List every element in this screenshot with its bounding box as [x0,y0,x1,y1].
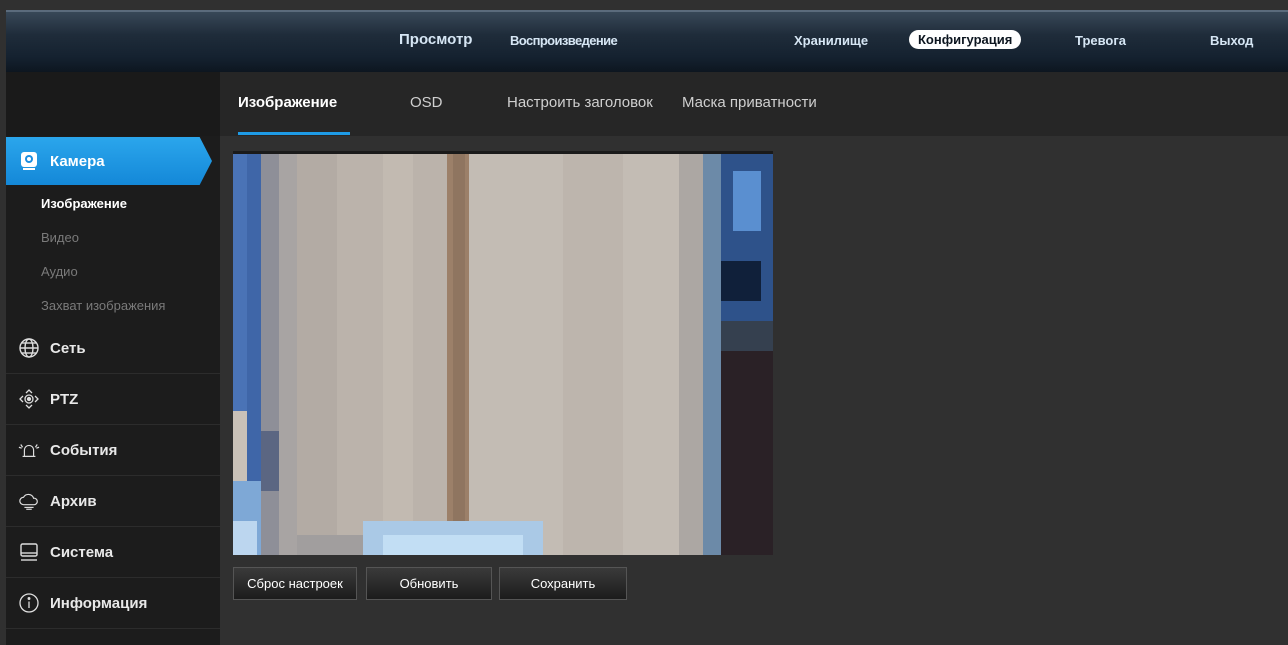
nav-exit[interactable]: Выход [1210,33,1253,48]
reset-settings-button[interactable]: Сброс настроек [233,567,357,600]
tab-image[interactable]: Изображение [238,94,337,111]
nav-preview[interactable]: Просмотр [399,31,472,48]
cloud-storage-icon [18,490,40,512]
sidebar-item-label: События [50,441,118,459]
refresh-button[interactable]: Обновить [366,567,492,600]
sidebar-item-events[interactable]: События [6,425,220,476]
sidebar-item-label: Камера [50,152,105,170]
sidebar-item-info[interactable]: Информация [6,578,220,629]
sidebar-item-archive[interactable]: Архив [6,476,220,527]
monitor-icon [18,541,40,563]
ptz-joystick-icon [18,388,40,410]
nav-alarm[interactable]: Тревога [1075,33,1126,48]
tab-privacy-mask[interactable]: Маска приватности [682,94,817,111]
sidebar-item-network[interactable]: Сеть [6,323,220,374]
sidebar-item-label: PTZ [50,390,79,408]
sidebar-item-system[interactable]: Система [6,527,220,578]
sidebar-item-label: Сеть [50,339,86,357]
nav-config[interactable]: Конфигурация [909,30,1022,49]
camera-submenu: Изображение Видео Аудио Захват изображен… [6,185,220,323]
submenu-audio[interactable]: Аудио [6,255,220,289]
sidebar-header [6,72,220,136]
nav-storage[interactable]: Хранилище [794,33,868,48]
camera-preview [233,151,773,555]
tab-osd[interactable]: OSD [410,94,443,111]
info-icon [18,592,40,614]
camera-icon [18,150,40,172]
alarm-bell-icon [18,439,40,461]
sidebar-item-label: Архив [50,492,97,510]
submenu-snapshot[interactable]: Захват изображения [6,289,220,323]
submenu-image[interactable]: Изображение [6,187,220,221]
sidebar-item-camera[interactable]: Камера [6,137,212,185]
top-navigation-bar: Просмотр Воспроизведение Хранилище Конфи… [6,10,1288,72]
save-button[interactable]: Сохранить [499,567,627,600]
submenu-video[interactable]: Видео [6,221,220,255]
tab-title[interactable]: Настроить заголовок [507,94,653,111]
tab-bar: Изображение OSD Настроить заголовок Маск… [220,72,1288,136]
globe-icon [18,337,40,359]
nav-playback[interactable]: Воспроизведение [510,33,618,48]
active-tab-underline [238,132,350,135]
sidebar: Камера Изображение Видео Аудио Захват из… [6,72,220,645]
sidebar-item-label: Информация [50,594,148,612]
sidebar-item-ptz[interactable]: PTZ [6,374,220,425]
sidebar-item-label: Система [50,543,114,561]
